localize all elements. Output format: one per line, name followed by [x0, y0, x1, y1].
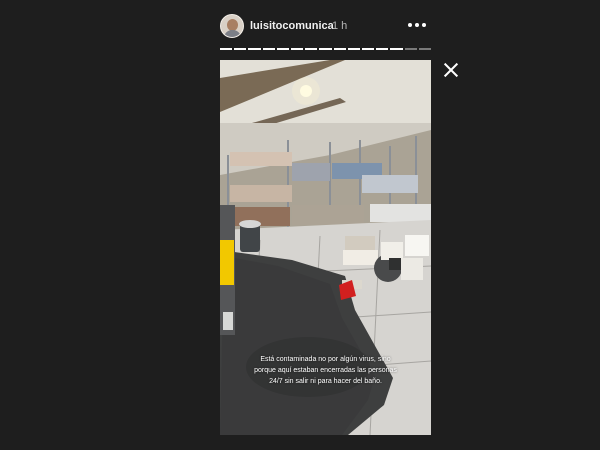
progress-segment [248, 48, 261, 50]
progress-segment [418, 48, 432, 50]
avatar[interactable] [220, 14, 244, 38]
progress-segment [291, 48, 304, 50]
more-options-icon[interactable] [408, 18, 426, 32]
close-icon[interactable] [441, 60, 461, 80]
caption-line: Está contaminada no por algún virus, sin… [260, 356, 391, 363]
progress-segment [404, 48, 417, 50]
caption-line: porque aquí estaban encerradas las perso… [254, 367, 397, 374]
username[interactable]: luisitocomunica [250, 20, 334, 32]
story-progress-bar [220, 48, 432, 50]
progress-segment [262, 48, 275, 50]
progress-segment [220, 48, 233, 50]
story-time: 1 h [332, 20, 348, 32]
story-image: Está contaminada no por algún virus, sin… [220, 60, 431, 435]
progress-segment [319, 48, 332, 50]
progress-segment [376, 48, 389, 50]
progress-segment [234, 48, 247, 50]
story-header: luisitocomunica 1 h [220, 12, 432, 40]
progress-segment [347, 48, 361, 50]
progress-segment [362, 48, 375, 50]
progress-segment [333, 48, 346, 50]
progress-segment [305, 48, 318, 50]
progress-segment [390, 48, 403, 50]
story-caption: Está contaminada no por algún virus, sin… [232, 354, 419, 387]
caption-line: 24/7 sin salir ni para hacer del baño. [269, 378, 382, 385]
avatar-shoulder [224, 30, 241, 37]
progress-segment [276, 48, 290, 50]
